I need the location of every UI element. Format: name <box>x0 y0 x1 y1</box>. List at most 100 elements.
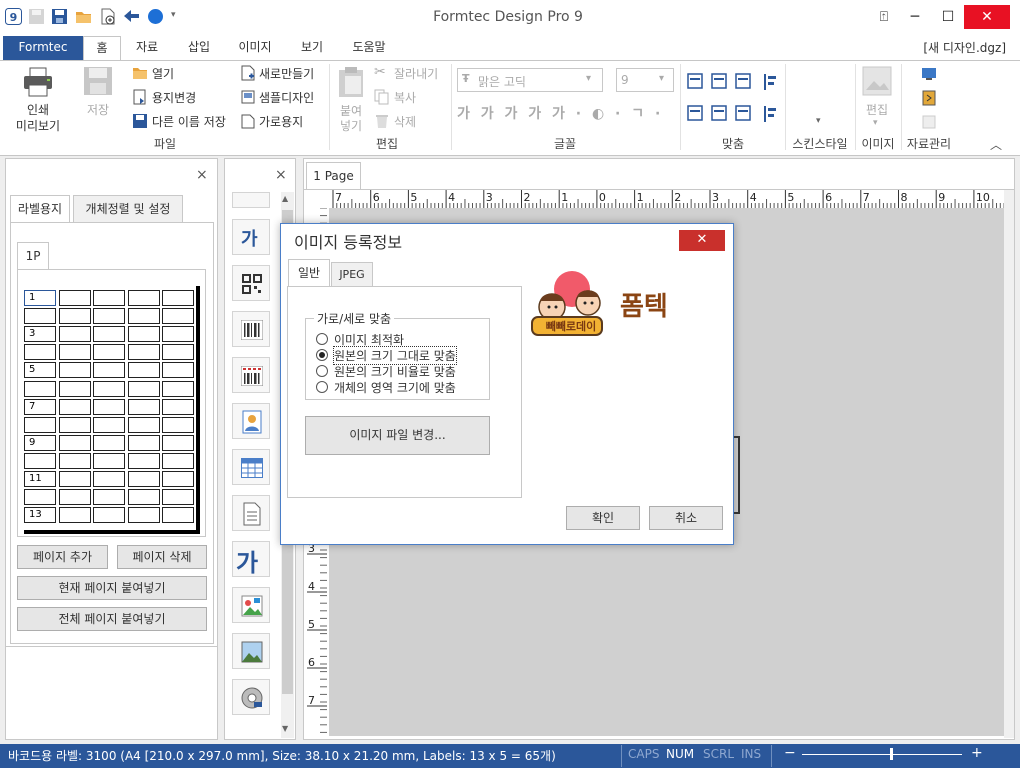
label-cell[interactable] <box>162 380 194 397</box>
label-cell[interactable] <box>127 362 160 379</box>
font-style-buttons[interactable]: 가 가 가 가 가 · ◐ · ㄱ · <box>457 103 677 123</box>
label-cell[interactable] <box>162 290 194 306</box>
change-image-file-button[interactable]: 이미지 파일 변경... <box>305 416 490 455</box>
radio-option-1[interactable] <box>316 333 328 345</box>
page-tab-1p[interactable]: 1P <box>17 242 49 270</box>
tab-home[interactable]: 홈 <box>83 36 121 62</box>
label-cell[interactable] <box>127 326 160 343</box>
table-tool[interactable] <box>232 449 270 485</box>
edit-image-button[interactable]: 편집 ▾ <box>860 66 894 132</box>
landscape-paper-button[interactable]: 가로용지 <box>240 112 324 130</box>
label-cell[interactable] <box>127 398 160 415</box>
tab-label-paper[interactable]: 라벨용지 <box>10 195 70 223</box>
label-cell[interactable] <box>58 471 91 487</box>
label-cell[interactable] <box>58 416 91 433</box>
panel-close-icon[interactable]: × <box>196 167 208 183</box>
copy-button[interactable]: 복사 <box>374 88 446 106</box>
qrcode-tool[interactable] <box>232 265 270 301</box>
label-cell[interactable] <box>162 452 194 469</box>
label-cell[interactable] <box>58 398 91 415</box>
label-cell[interactable] <box>93 507 125 524</box>
label-cell[interactable]: 7 <box>24 398 56 415</box>
document-tool[interactable] <box>232 495 270 531</box>
skin-dropdown-icon[interactable]: ▾ <box>816 116 821 126</box>
label-cell[interactable] <box>162 471 194 487</box>
label-cell[interactable]: 13 <box>24 507 56 524</box>
label-cell[interactable] <box>127 452 160 469</box>
font-size-select[interactable]: 9 ▾ <box>616 68 674 92</box>
label-cell[interactable] <box>93 452 125 469</box>
print-preview-button[interactable]: 인쇄 미리보기 <box>10 66 66 134</box>
label-cell[interactable] <box>162 398 194 415</box>
label-cell[interactable] <box>58 507 91 524</box>
label-cell[interactable] <box>24 489 56 506</box>
label-cell[interactable] <box>93 471 125 487</box>
label-cell[interactable]: 9 <box>24 434 56 451</box>
tab-help[interactable]: 도움말 <box>344 36 394 60</box>
label-cell[interactable] <box>127 434 160 451</box>
new-design-button[interactable]: 새로만들기 <box>240 64 324 82</box>
barcode-tool[interactable] <box>232 311 270 347</box>
label-cell[interactable]: 1 <box>24 290 56 306</box>
label-cell[interactable] <box>162 507 194 524</box>
change-paper-button[interactable]: 용지변경 <box>132 88 232 106</box>
label-cell[interactable] <box>162 344 194 361</box>
delete-button[interactable]: 삭제 <box>374 112 446 130</box>
radio-option-2[interactable] <box>316 349 328 361</box>
save-as-button[interactable]: 다른 이름 저장 <box>132 112 238 130</box>
cancel-button[interactable]: 취소 <box>649 506 723 530</box>
close-button[interactable]: ✕ <box>964 5 1010 29</box>
align-buttons[interactable] <box>686 70 780 130</box>
font-name-select[interactable]: Ŧ 맑은 고딕 ▾ <box>457 68 603 92</box>
label-cell[interactable] <box>93 308 125 325</box>
radio-option-4[interactable] <box>316 381 328 393</box>
image-frame-tool[interactable] <box>232 403 270 439</box>
label-cell[interactable] <box>93 434 125 451</box>
label-cell[interactable] <box>58 452 91 469</box>
label-cell[interactable] <box>58 434 91 451</box>
label-cell[interactable] <box>93 290 125 306</box>
label-cell[interactable] <box>162 434 194 451</box>
label-cell[interactable]: 5 <box>24 362 56 379</box>
zoom-out-button[interactable]: − <box>784 745 796 761</box>
label-cell[interactable] <box>24 380 56 397</box>
label-cell[interactable] <box>58 489 91 506</box>
text-style-tool[interactable]: 가 <box>232 219 270 255</box>
label-cell[interactable] <box>58 362 91 379</box>
label-cell[interactable] <box>127 308 160 325</box>
label-cell[interactable] <box>127 290 160 306</box>
label-cell[interactable] <box>58 326 91 343</box>
label-cell[interactable] <box>127 507 160 524</box>
data-sheet-icon[interactable] <box>921 114 937 130</box>
picture-tool[interactable] <box>232 633 270 669</box>
label-cell[interactable] <box>24 344 56 361</box>
label-cell[interactable] <box>93 344 125 361</box>
label-cell[interactable] <box>24 308 56 325</box>
label-cell[interactable] <box>93 416 125 433</box>
page-tab-1-page[interactable]: 1 Page <box>306 162 361 190</box>
label-cell[interactable] <box>58 380 91 397</box>
ok-button[interactable]: 확인 <box>566 506 640 530</box>
cut-button[interactable]: ✂ 잘라내기 <box>374 64 446 82</box>
barcode-serial-tool[interactable] <box>232 357 270 393</box>
minimize-button[interactable]: ─ <box>898 5 932 29</box>
label-cell[interactable] <box>127 416 160 433</box>
tab-object-align[interactable]: 개체정렬 및 설정 <box>73 195 183 223</box>
paste-current-page-button[interactable]: 현재 페이지 붙여넣기 <box>17 576 207 600</box>
label-cell[interactable] <box>93 362 125 379</box>
paste-button[interactable]: 붙여 넣기 <box>334 66 368 133</box>
label-cell[interactable] <box>162 308 194 325</box>
label-cell[interactable] <box>58 290 91 306</box>
zoom-in-button[interactable]: + <box>971 745 983 761</box>
tab-formtec[interactable]: Formtec <box>3 36 83 61</box>
label-cell[interactable] <box>93 489 125 506</box>
clipart-tool[interactable] <box>232 587 270 623</box>
label-cell[interactable]: 3 <box>24 326 56 343</box>
zoom-slider-track[interactable] <box>802 754 962 755</box>
label-cell[interactable] <box>93 398 125 415</box>
dialog-tab-jpeg[interactable]: JPEG <box>331 262 373 287</box>
label-cell[interactable] <box>162 362 194 379</box>
canvas-scrollbar[interactable] <box>1004 190 1014 738</box>
paste-all-pages-button[interactable]: 전체 페이지 붙여넣기 <box>17 607 207 631</box>
label-cell[interactable] <box>58 308 91 325</box>
